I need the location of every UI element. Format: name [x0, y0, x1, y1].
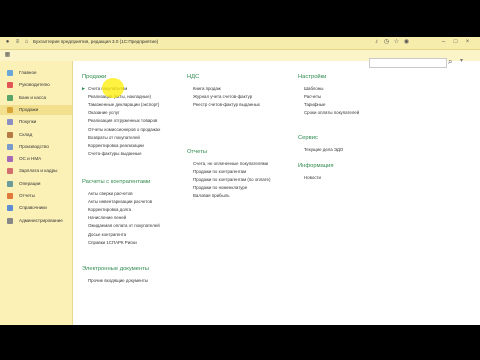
nav-link[interactable]: Продажи по номенклатуре [193, 185, 247, 190]
home-icon [7, 70, 13, 76]
sidebar-item[interactable]: Операции [0, 179, 72, 189]
sidebar-item-label: ОС и НМА [19, 156, 42, 162]
admin-icon [7, 217, 13, 224]
sidebar-item[interactable]: Банк и касса [0, 93, 72, 103]
sidebar-item[interactable]: ОС и НМА [0, 154, 72, 164]
reports-icon [7, 193, 13, 199]
sidebar-item[interactable]: Покупки [0, 117, 72, 127]
bank-icon [7, 94, 13, 101]
sidebar-item[interactable]: Продажи [0, 104, 72, 115]
home-nav-icon[interactable]: ⌂ [23, 39, 30, 46]
sidebar-item-label: Справочники [19, 205, 47, 211]
sidebar-item[interactable]: Отчеты [0, 191, 72, 201]
nav-link[interactable]: Ожидаемая оплата от покупателей [88, 223, 160, 228]
sidebar-item[interactable]: Главное [0, 68, 72, 78]
sidebar-item-label: Склад [19, 131, 33, 137]
nav-link[interactable]: Счета, не оплаченные покупателями [193, 161, 268, 166]
nav-link[interactable]: Новости [304, 175, 321, 180]
section-title-sales: Продажи [82, 74, 107, 80]
nav-link[interactable]: Прочие входящие документы [88, 278, 148, 283]
user-icon[interactable]: ◉ [403, 39, 410, 46]
search-icon[interactable]: ⌕ [448, 57, 452, 67]
section-title-edocs: Электронные документы [82, 266, 149, 272]
section-title-info: Информация [298, 163, 334, 169]
warehouse-icon [7, 131, 13, 138]
nav-link[interactable]: Валовая прибыль [193, 193, 230, 198]
sidebar-item-label: Зарплата и кадры [19, 168, 58, 174]
nav-link[interactable]: Реестр счетов-фактур выданных [193, 102, 260, 107]
nav-link[interactable]: Начисление пеней [88, 215, 126, 220]
section-title-reports: Отчеты [187, 149, 208, 155]
section-title-settings: Настройки [298, 74, 327, 80]
nav-link[interactable]: Счета-фактуры выданные [88, 151, 142, 156]
assets-icon [7, 156, 13, 163]
nav-link[interactable]: Таможенные декларации (экспорт) [88, 102, 159, 107]
nav-link[interactable]: Тарифные [304, 102, 325, 107]
operations-icon [7, 180, 13, 187]
production-icon [7, 143, 13, 150]
nav-link[interactable]: Книга продаж [193, 86, 221, 91]
sidebar-item[interactable]: Зарплата и кадры [0, 166, 72, 176]
nav-link[interactable]: Отчеты комиссионеров о продажах [88, 127, 160, 132]
app-logo-icon: ● [5, 39, 10, 45]
nav-link[interactable]: Справки 1СПАРК Риски [88, 240, 137, 245]
sidebar-item-label: Производство [19, 143, 49, 149]
sidebar-item[interactable]: Справочники [0, 203, 72, 213]
maximize-icon[interactable]: □ [452, 39, 459, 46]
section-title-service: Сервис [298, 135, 318, 141]
nav-link[interactable]: Возвраты от покупателей [88, 135, 140, 140]
search-input[interactable] [369, 58, 447, 68]
salary-icon [7, 168, 13, 175]
nav-link[interactable]: Сроки оплаты покупателей [304, 110, 359, 115]
minimize-icon[interactable]: – [440, 39, 447, 46]
cursor-highlight [102, 78, 124, 98]
nav-link[interactable]: Корректировка долга [88, 207, 131, 212]
nav-link[interactable]: Продажи по контрагентам [193, 169, 246, 174]
sidebar-item-label: Покупки [19, 119, 37, 125]
sidebar-item[interactable]: Администрирование [0, 216, 72, 226]
title-bar: ● ≡ ⌂ Бухгалтерия предприятия, редакция … [0, 37, 480, 50]
sidebar-item[interactable]: Склад [0, 130, 72, 140]
sales-icon [7, 106, 13, 113]
sidebar-item-label: Администрирование [19, 217, 63, 223]
sidebar-item[interactable]: Производство [0, 142, 72, 152]
close-icon[interactable]: × [464, 39, 471, 46]
nav-link[interactable]: Расчеты [304, 94, 321, 99]
app-window: ● ≡ ⌂ Бухгалтерия предприятия, редакция … [0, 37, 480, 325]
sidebar-item-label: Главное [19, 70, 37, 75]
current-item-arrow-icon: ► [81, 86, 86, 92]
chart-icon [7, 82, 13, 89]
nav-link[interactable]: Журнал учета счетов-фактур [193, 94, 252, 99]
nav-link[interactable]: Акты инвентаризации расчетов [88, 199, 152, 204]
more-icon[interactable]: ▾ [460, 57, 463, 64]
sidebar: Главное Руководителю Банк и касса Продажи По… [0, 61, 73, 325]
bell-icon[interactable]: ♪ [373, 39, 380, 46]
nav-link[interactable]: Продажи по контрагентам (по оплате) [193, 177, 270, 182]
nav-link[interactable]: Акты сверки расчетов [88, 191, 133, 196]
sidebar-item-label: Банк и касса [19, 94, 47, 100]
purchases-icon [7, 119, 13, 126]
section-title-vat: НДС [187, 74, 200, 80]
sidebar-item-label: Операции [19, 180, 41, 186]
nav-link[interactable]: Текущие дела ЭДО [304, 147, 343, 152]
star-icon[interactable]: ☆ [393, 39, 400, 46]
sidebar-item[interactable]: Руководителю [0, 80, 72, 90]
section-title-settlements: Расчеты с контрагентами [82, 179, 151, 185]
history-icon[interactable]: ◷ [383, 39, 390, 46]
menu-icon[interactable]: ≡ [14, 39, 21, 46]
nav-link[interactable]: Шаблоны [304, 86, 323, 91]
sidebar-item-label: Руководителю [19, 82, 50, 88]
main-panel: ПродажиСчета покупателямРеализация (акты… [73, 61, 480, 325]
nav-link[interactable]: Досье контрагента [88, 232, 126, 237]
sidebar-item-label: Продажи [19, 106, 39, 112]
sections-icon[interactable]: ▦ [4, 52, 11, 59]
nav-link[interactable]: Оказание услуг [88, 110, 120, 115]
nav-link[interactable]: Корректировка реализации [88, 143, 144, 148]
sidebar-item-label: Отчеты [19, 193, 35, 198]
window-title: Бухгалтерия предприятия, редакция 3.0 (1… [33, 39, 159, 44]
nav-link[interactable]: Реализация отгруженных товаров [88, 118, 157, 123]
directories-icon [7, 205, 13, 212]
